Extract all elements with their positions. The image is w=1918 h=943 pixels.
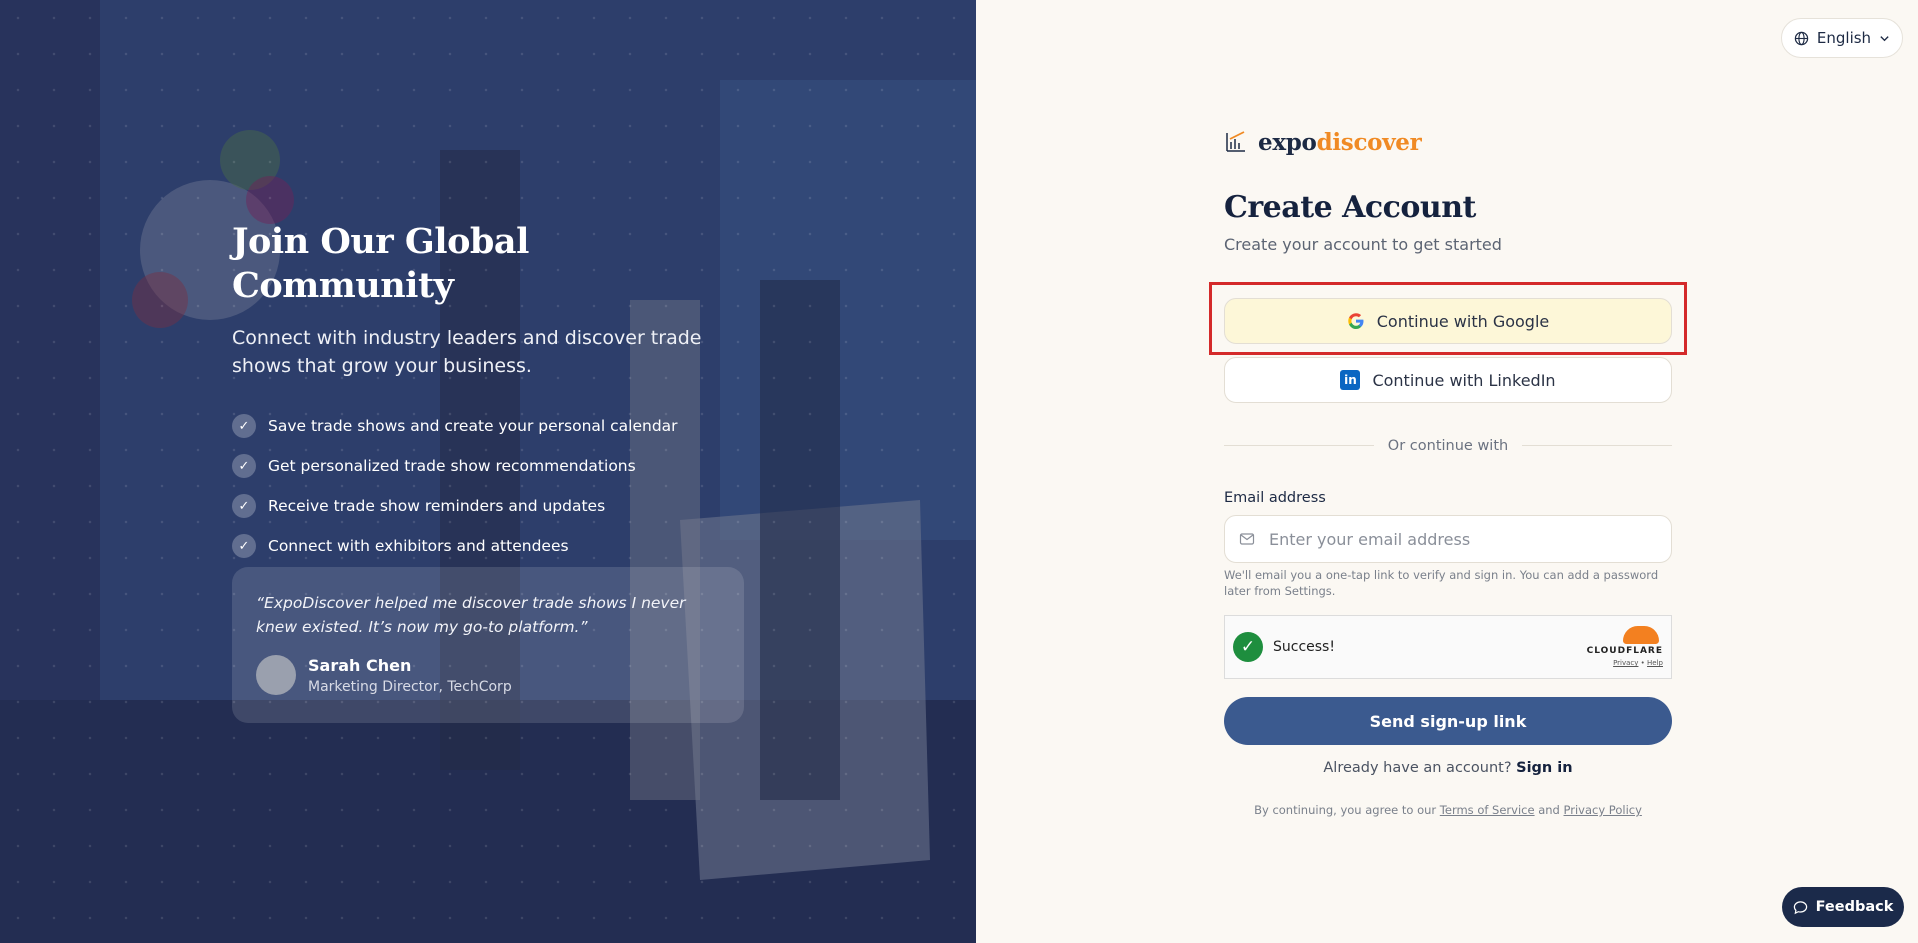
brand-part-discover: discover (1316, 128, 1422, 156)
privacy-policy-link[interactable]: Privacy Policy (1564, 803, 1642, 817)
avatar (256, 655, 296, 695)
logo-chart-icon (1226, 131, 1245, 152)
captcha-privacy-link[interactable]: Privacy (1613, 659, 1638, 667)
brand-logo: expodiscover (1224, 126, 1672, 158)
chevron-down-icon (1880, 35, 1889, 41)
testimonial-author: Sarah Chen Marketing Director, TechCorp (256, 655, 720, 695)
cloudflare-label: CLOUDFLARE (1586, 646, 1663, 656)
author-name: Sarah Chen (308, 655, 412, 675)
terms-and: and (1538, 803, 1560, 817)
cloudflare-icon (1623, 626, 1659, 644)
google-button-label: Continue with Google (1376, 311, 1550, 331)
feature-item: ✓ Save trade shows and create your perso… (232, 406, 752, 446)
testimonial-quote: “ExpoDiscover helped me discover trade s… (256, 594, 686, 636)
linkedin-icon: in (1340, 370, 1361, 390)
divider: Or continue with (1224, 435, 1672, 454)
captcha-status: Success! (1273, 639, 1335, 655)
check-icon: ✓ (232, 414, 256, 438)
sign-in-link[interactable]: Sign in (1516, 760, 1572, 776)
divider-text: Or continue with (1373, 438, 1523, 454)
email-input[interactable] (1269, 529, 1649, 549)
already-text: Already have an account? (1323, 760, 1512, 776)
linkedin-button-label: Continue with LinkedIn (1372, 370, 1556, 390)
feedback-button[interactable]: Feedback (1782, 887, 1904, 927)
captcha-widget[interactable]: ✓ Success! CLOUDFLARE Privacy • Help (1224, 615, 1672, 679)
google-icon (1348, 313, 1364, 329)
cloudflare-branding: CLOUDFLARE Privacy • Help (1587, 626, 1663, 667)
feature-item: ✓ Receive trade show reminders and updat… (232, 486, 752, 526)
continue-with-linkedin-button[interactable]: in Continue with LinkedIn (1224, 357, 1672, 403)
email-field-wrapper[interactable] (1224, 515, 1672, 563)
send-signup-link-button[interactable]: Send sign-up link (1224, 697, 1672, 745)
testimonial-card: “ExpoDiscover helped me discover trade s… (232, 567, 744, 723)
check-icon: ✓ (232, 494, 256, 518)
signin-prompt: Already have an account? Sign in (1224, 760, 1672, 776)
hero-panel: Join Our Global Community Connect with i… (0, 0, 976, 943)
page-title: Create Account (1224, 190, 1476, 225)
continue-with-google-button[interactable]: Continue with Google (1224, 298, 1672, 344)
terms-of-service-link[interactable]: Terms of Service (1440, 803, 1535, 817)
language-label: English (1816, 29, 1872, 47)
captcha-help-link[interactable]: Help (1647, 659, 1663, 667)
check-icon: ✓ (232, 454, 256, 478)
feature-text: Save trade shows and create your persona… (268, 417, 678, 435)
feature-text: Get personalized trade show recommendati… (268, 457, 636, 475)
feedback-label: Feedback (1815, 899, 1894, 915)
brand-part-expo: expo (1258, 128, 1317, 156)
feature-list: ✓ Save trade shows and create your perso… (232, 406, 752, 566)
email-hint: We'll email you a one-tap link to verify… (1224, 568, 1659, 598)
feature-item: ✓ Connect with exhibitors and attendees (232, 526, 752, 566)
email-label: Email address (1224, 490, 1326, 506)
hero-title: Join Our Global Community (232, 221, 529, 306)
captcha-success-icon: ✓ (1233, 632, 1263, 662)
feature-text: Connect with exhibitors and attendees (268, 537, 569, 555)
globe-icon (1794, 31, 1809, 45)
brand-wordmark: expodiscover (1258, 128, 1422, 156)
check-icon: ✓ (232, 534, 256, 558)
mail-icon (1239, 533, 1255, 545)
signup-form: expodiscover Create Account Create your … (1209, 126, 1687, 817)
terms-prefix: By continuing, you agree to our (1254, 803, 1437, 817)
chat-bubble-icon (1793, 900, 1807, 914)
terms-notice: By continuing, you agree to our Terms of… (1224, 803, 1672, 817)
feature-text: Receive trade show reminders and updates (268, 497, 606, 515)
author-role: Marketing Director, TechCorp (308, 678, 512, 695)
language-selector[interactable]: English (1781, 18, 1903, 58)
hero-content: Join Our Global Community Connect with i… (232, 220, 752, 566)
captcha-links: Privacy • Help (1613, 659, 1663, 667)
hero-subtitle: Connect with industry leaders and discov… (232, 327, 702, 377)
page-subtitle: Create your account to get started (1224, 235, 1502, 254)
feature-item: ✓ Get personalized trade show recommenda… (232, 446, 752, 486)
